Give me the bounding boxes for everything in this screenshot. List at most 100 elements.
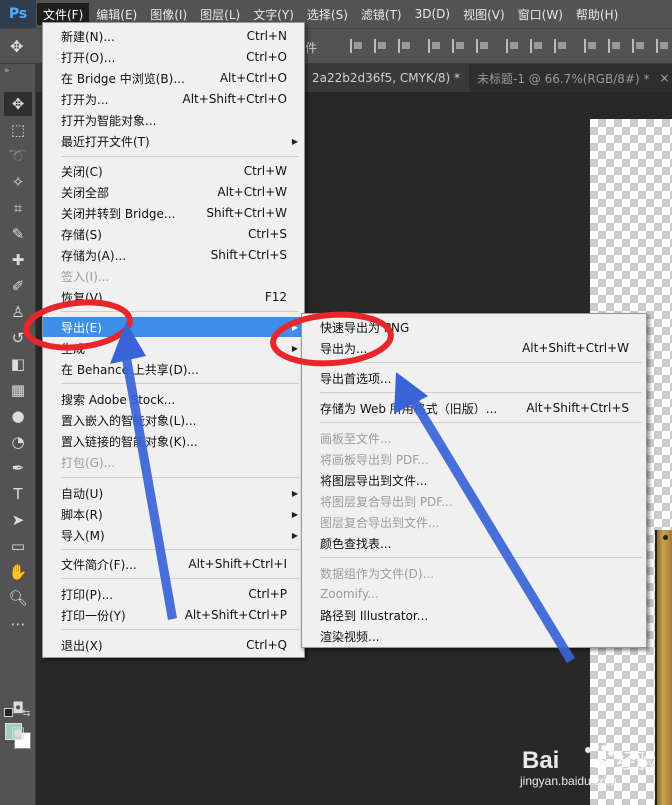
menu-help[interactable]: 帮助(H) [570,3,624,25]
menu-item-data-sets-as-files: 数据组作为文件(D)... [320,566,435,581]
menu-item-search-stock[interactable]: 搜索 Adobe Stock... [43,389,304,409]
pen-icon[interactable]: ✒ [4,456,32,480]
distribute-center-icon[interactable] [530,39,544,53]
menu-separator [61,383,299,384]
align-center-icon[interactable] [374,39,388,53]
menu-item-generate[interactable]: 生成 ▶ [43,338,304,358]
screen-mode-icon[interactable]: ▣ [4,720,32,744]
svg-text:经验: 经验 [616,750,656,773]
menu-item-place-embedded[interactable]: 置入嵌入的智能对象(L)... [43,410,304,430]
align-left-icon[interactable] [350,39,364,53]
eyedropper-icon[interactable]: ✎ [4,222,32,246]
brush-icon[interactable]: ✐ [4,274,32,298]
options-partial-label: 件 [305,41,318,55]
history-brush-icon[interactable]: ↺ [4,326,32,350]
menu-item-render-video[interactable]: 渲染视频... [302,626,646,646]
menu-item-quick-export-png[interactable]: 快速导出为 PNG [302,317,646,337]
align-top-icon[interactable] [428,39,442,53]
menu-item-paths-to-illustrator[interactable]: 路径到 Illustrator... [302,605,646,625]
rectangle-icon[interactable]: ▭ [4,534,32,558]
menu-item-recent-files[interactable]: 最近打开文件(T) ▶ [43,131,304,151]
crop-icon[interactable]: ⌗ [4,196,32,220]
submenu-arrow-icon: ▶ [291,488,298,498]
marquee-icon[interactable]: ⬚ [4,118,32,142]
menu-item-check-in: 签入(I)... [61,269,110,284]
export-submenu: 快速导出为 PNG 导出为... Alt+Shift+Ctrl+W 导出首选项..… [301,313,647,648]
lasso-icon[interactable]: ➰ [4,144,32,168]
quick-mask-icon[interactable]: ◘ [4,696,32,720]
hand-icon[interactable]: ✋ [4,560,32,584]
document-tab[interactable]: 未标题-1 @ 66.7%(RGB/8#) * × [469,64,672,92]
menu-item-close-all[interactable]: 关闭全部 Alt+Ctrl+W [43,182,304,202]
menu-item-open[interactable]: 打开(O)... Ctrl+O [43,47,304,67]
menu-item-save-for-web[interactable]: 存储为 Web 所用格式（旧版）... Alt+Shift+Ctrl+S [302,398,646,418]
menu-separator [320,362,642,363]
close-icon[interactable]: × [660,71,670,85]
menu-item-automate[interactable]: 自动(U) ▶ [43,483,304,503]
gradient-icon[interactable]: ▦ [4,378,32,402]
move-icon[interactable]: ✥ [4,92,32,116]
menu-separator [61,477,299,478]
menu-item-layers-to-files[interactable]: 将图层导出到文件... [302,470,646,490]
document-tab[interactable]: 2a22b2d36f5, CMYK/8) * × [304,64,488,92]
menu-item-export-preferences[interactable]: 导出首选项... [302,368,646,388]
tab-label: 未标题-1 @ 66.7%(RGB/8#) * [477,71,650,86]
tools-panel: » ✥ ⬚ ➰ ✧ ⌗ ✎ ✚ ✐ ♙ ↺ ◧ ▦ ● ◔ ✒ T ➤ ▭ ✋ … [0,64,36,805]
submenu-arrow-icon: ▶ [291,343,298,353]
menu-separator [61,629,299,630]
healing-brush-icon[interactable]: ✚ [4,248,32,272]
menu-3d[interactable]: 3D(D) [409,3,456,25]
menu-separator [61,311,299,312]
menu-item-exit[interactable]: 退出(X) Ctrl+Q [43,635,304,655]
menu-item-package: 打包(G)... [61,455,116,470]
menu-item-revert[interactable]: 恢复(V) F12 [43,287,304,307]
dodge-icon[interactable]: ◔ [4,430,32,454]
menu-item-scripts[interactable]: 脚本(R) ▶ [43,504,304,524]
distribute-bottom-icon[interactable] [632,39,646,53]
menu-item-close-go-bridge[interactable]: 关闭并转到 Bridge... Shift+Ctrl+W [43,203,304,223]
move-tool-icon[interactable]: ✥ [10,37,23,56]
menu-item-new[interactable]: 新建(N)... Ctrl+N [43,26,304,46]
menu-item-export-as[interactable]: 导出为... Alt+Shift+Ctrl+W [302,338,646,358]
type-icon[interactable]: T [4,482,32,506]
menu-item-close[interactable]: 关闭(C) Ctrl+W [43,161,304,181]
magic-wand-icon[interactable]: ✧ [4,170,32,194]
distribute-left-icon[interactable] [506,39,520,53]
align-bottom-icon[interactable] [476,39,490,53]
path-selection-icon[interactable]: ➤ [4,508,32,532]
svg-text:Bai: Bai [522,747,559,774]
menu-item-browse-bridge[interactable]: 在 Bridge 中浏览(B)... Alt+Ctrl+O [43,68,304,88]
submenu-arrow-icon: ▶ [291,136,298,146]
menu-item-export[interactable]: 导出(E) ▶ [43,317,304,337]
collapse-icon[interactable]: » [4,66,10,76]
menu-item-save[interactable]: 存储(S) Ctrl+S [43,224,304,244]
menu-item-color-lookup-tables[interactable]: 颜色查找表... [302,533,646,553]
menu-select[interactable]: 选择(S) [301,3,354,25]
align-middle-icon[interactable] [452,39,466,53]
blur-icon[interactable]: ● [4,404,32,428]
menu-item-print[interactable]: 打印(P)... Ctrl+P [43,584,304,604]
menu-item-save-as[interactable]: 存储为(A)... Shift+Ctrl+S [43,245,304,265]
menu-item-place-linked[interactable]: 置入链接的智能对象(K)... [43,431,304,451]
tab-label: 2a22b2d36f5, CMYK/8) * [312,71,460,85]
zoom-icon[interactable]: 🔍︎ [4,586,32,610]
menu-item-share-behance[interactable]: 在 Behance 上共享(D)... [43,359,304,379]
menu-item-open-smart-object[interactable]: 打开为智能对象... [43,110,304,130]
menu-window[interactable]: 窗口(W) [512,3,569,25]
auto-align-icon[interactable] [656,39,670,53]
align-right-icon[interactable] [398,39,412,53]
menu-filter[interactable]: 滤镜(T) [355,3,408,25]
clone-stamp-icon[interactable]: ♙ [4,300,32,324]
photoshop-logo: Ps [0,0,36,28]
menu-item-import[interactable]: 导入(M) ▶ [43,525,304,545]
distribute-middle-icon[interactable] [608,39,622,53]
menu-item-open-as[interactable]: 打开为... Alt+Shift+Ctrl+O [43,89,304,109]
eraser-icon[interactable]: ◧ [4,352,32,376]
menu-item-file-info[interactable]: 文件简介(F)... Alt+Shift+Ctrl+I [43,554,304,574]
distribute-top-icon[interactable] [584,39,598,53]
more-tools-icon[interactable]: ⋯ [4,612,32,636]
menu-view[interactable]: 视图(V) [457,3,511,25]
submenu-arrow-icon: ▶ [291,530,298,540]
menu-item-print-one[interactable]: 打印一份(Y) Alt+Shift+Ctrl+P [43,605,304,625]
distribute-right-icon[interactable] [554,39,568,53]
